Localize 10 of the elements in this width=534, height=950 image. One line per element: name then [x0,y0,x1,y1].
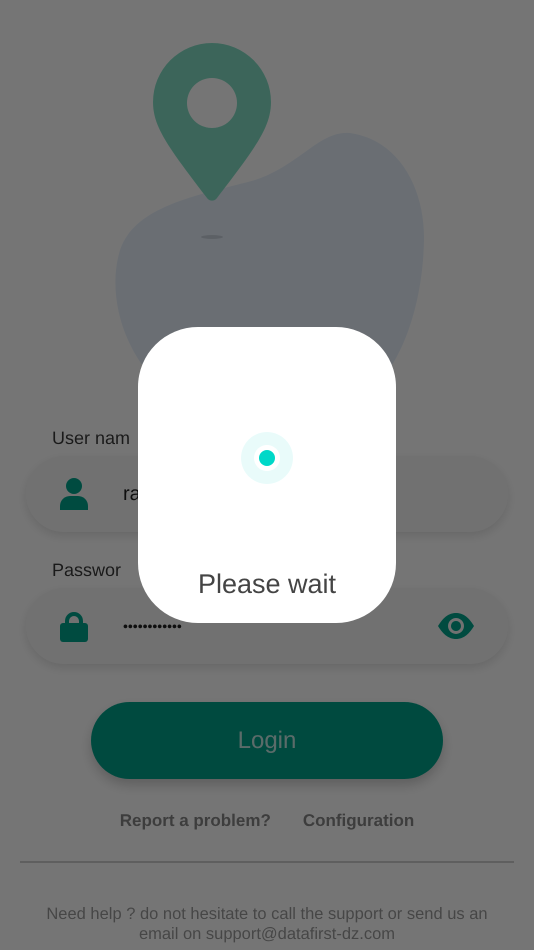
person-icon [60,478,88,510]
field-label: Passwor [52,560,122,580]
loading-spinner-icon [241,432,293,484]
link[interactable]: Configuration [302,811,414,831]
lock-icon [60,610,88,642]
field-label: User nam [52,428,132,448]
eye-icon[interactable] [438,613,474,639]
link[interactable]: Report a problem? [120,811,271,831]
field-value: •••••••••••• [123,618,183,634]
login-button[interactable]: Login [91,702,443,779]
